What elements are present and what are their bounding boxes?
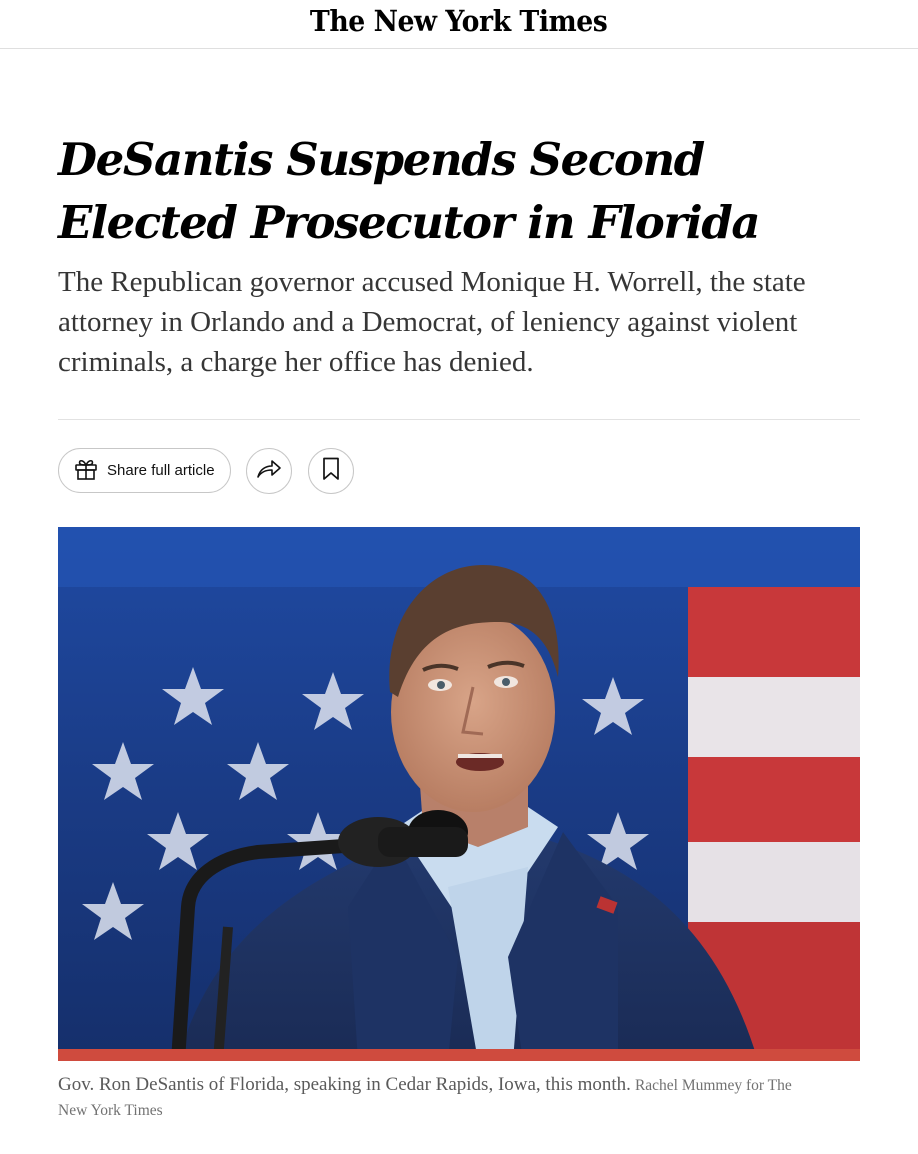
- photo-caption: Gov. Ron DeSantis of Florida, speaking i…: [58, 1072, 798, 1123]
- caption-text: Gov. Ron DeSantis of Florida, speaking i…: [58, 1074, 631, 1095]
- share-button-label: Share full article: [107, 462, 215, 479]
- article-headline: DeSantis Suspends Second Elected Prosecu…: [58, 133, 761, 249]
- divider: [58, 419, 860, 420]
- nyt-logo[interactable]: The New York Times: [310, 6, 608, 36]
- article-photo: [58, 527, 860, 1061]
- bookmark-icon: [322, 457, 340, 485]
- share-full-article-button[interactable]: Share full article: [58, 448, 231, 493]
- share-arrow-button[interactable]: [246, 448, 292, 494]
- masthead: The New York Times: [0, 0, 918, 49]
- save-bookmark-button[interactable]: [308, 448, 354, 494]
- share-arrow-icon: [255, 458, 283, 484]
- gift-icon: [73, 456, 99, 486]
- article-summary: The Republican governor accused Monique …: [58, 266, 806, 378]
